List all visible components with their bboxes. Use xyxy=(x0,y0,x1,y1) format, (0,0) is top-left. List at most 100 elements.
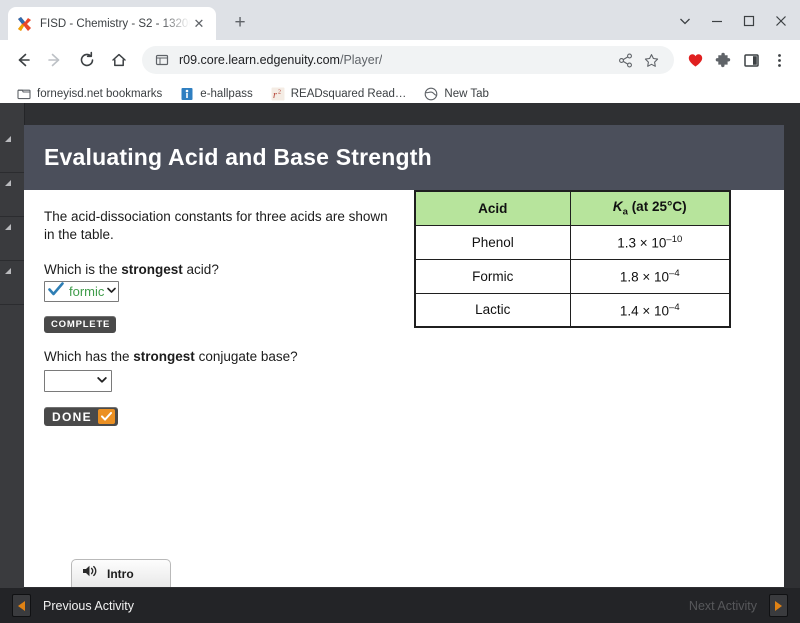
browser-window: FISD - Chemistry - S2 - 132000 - ✕ + xyxy=(0,0,800,623)
answer-value-1: formic xyxy=(69,284,105,300)
reload-icon[interactable] xyxy=(72,45,102,75)
chevron-down-icon xyxy=(107,287,117,296)
page-viewport: Evaluating Acid and Base Strength The ac… xyxy=(0,103,800,623)
url-host: r09.core.learn.edgenuity.com xyxy=(179,53,340,67)
status-badge: COMPLETE xyxy=(44,316,117,334)
checkmark-icon xyxy=(48,282,64,301)
svg-text:r: r xyxy=(273,90,277,101)
question-2-text: Which has the strongest conjugate base? xyxy=(44,349,404,364)
fisd-x-favicon xyxy=(16,16,32,32)
home-icon[interactable] xyxy=(104,45,134,75)
e-hallpass-icon xyxy=(180,87,194,101)
done-button[interactable]: DONE xyxy=(44,407,118,427)
new-tab-button[interactable]: + xyxy=(226,9,254,37)
table-header-row: Acid Ka (at 25°C) xyxy=(414,190,731,226)
browser-tab[interactable]: FISD - Chemistry - S2 - 132000 - ✕ xyxy=(8,7,216,40)
cell-ka-value: 1.3 × 10–10 xyxy=(569,224,731,260)
table-header-ka: Ka (at 25°C) xyxy=(569,190,731,226)
cell-ka-value: 1.4 × 10–4 xyxy=(569,292,731,328)
q1-emphasis: strongest xyxy=(121,262,183,278)
question-column: The acid-dissociation constants for thre… xyxy=(44,208,404,427)
table-header-acid: Acid xyxy=(414,190,571,226)
q1-before: Which is the xyxy=(44,262,122,278)
previous-activity-label[interactable]: Previous Activity xyxy=(43,599,134,613)
answer-dropdown-1[interactable]: formic xyxy=(44,281,120,303)
url-path: /Player/ xyxy=(339,53,383,67)
done-button-wrap: DONE xyxy=(44,392,404,427)
heart-extension-icon[interactable] xyxy=(682,47,708,73)
q1-after: acid? xyxy=(182,262,219,278)
bookmark-label: forneyisd.net bookmarks xyxy=(37,87,163,100)
done-label: DONE xyxy=(52,409,92,424)
table-row: Phenol 1.3 × 10–10 xyxy=(414,224,731,260)
triangle-right-icon xyxy=(775,600,782,611)
profile-chevron-icon[interactable] xyxy=(670,8,700,34)
chevron-down-icon xyxy=(97,376,107,386)
extensions-puzzle-icon[interactable] xyxy=(710,47,736,73)
lesson-panel: Evaluating Acid and Base Strength The ac… xyxy=(24,125,784,587)
page-title: Evaluating Acid and Base Strength xyxy=(44,144,432,170)
bookmark-item-new-tab[interactable]: New Tab xyxy=(417,83,496,105)
ka-condition: (at 25°C) xyxy=(627,198,687,214)
minimize-icon[interactable] xyxy=(702,8,732,34)
q2-before: Which has the xyxy=(44,349,134,365)
maximize-icon[interactable] xyxy=(734,8,764,34)
rail-item-2[interactable] xyxy=(0,173,24,217)
course-nav-rail xyxy=(0,103,25,623)
tab-strip: FISD - Chemistry - S2 - 132000 - ✕ + xyxy=(0,0,800,40)
tab-title: FISD - Chemistry - S2 - 132000 - xyxy=(40,17,190,30)
bookmark-item-readsquared[interactable]: r2 READsquared Read… xyxy=(264,83,414,105)
lesson-body: The acid-dissociation constants for thre… xyxy=(24,190,784,587)
triangle-marker-icon xyxy=(5,224,11,230)
q2-emphasis: strongest xyxy=(133,349,195,365)
previous-activity-arrow[interactable] xyxy=(12,594,31,617)
status-badge-wrap: COMPLETE xyxy=(44,302,404,349)
ka-data-table: Acid Ka (at 25°C) Phenol 1.3 × 10–10 For… xyxy=(414,190,731,328)
table-row: Formic 1.8 × 10–4 xyxy=(414,258,731,294)
cell-acid-name: Lactic xyxy=(414,292,571,328)
cell-ka-value: 1.8 × 10–4 xyxy=(569,258,731,294)
back-icon[interactable] xyxy=(8,45,38,75)
address-bar[interactable]: r09.core.learn.edgenuity.com/Player/ xyxy=(142,46,674,74)
intro-label: Intro xyxy=(107,566,134,581)
question-1-text: Which is the strongest acid? xyxy=(44,262,404,277)
share-icon[interactable] xyxy=(614,49,636,71)
triangle-left-icon xyxy=(18,600,25,611)
page-info-icon[interactable] xyxy=(154,52,170,68)
window-close-icon[interactable] xyxy=(766,8,796,34)
bookmark-star-icon[interactable] xyxy=(640,49,662,71)
answer-dropdown-2[interactable] xyxy=(44,370,112,393)
ka-mantissa: 1.4 × 10 xyxy=(619,303,670,318)
ka-mantissa: 1.8 × 10 xyxy=(619,269,670,285)
next-activity-label[interactable]: Next Activity xyxy=(689,599,757,613)
rail-item-1[interactable] xyxy=(0,129,24,173)
bookmark-label: e-hallpass xyxy=(200,87,253,100)
bookmark-item-ehallpass[interactable]: e-hallpass xyxy=(173,83,259,105)
sidebar-panel-icon[interactable] xyxy=(738,47,764,73)
bookmark-item-forneyisd[interactable]: forneyisd.net bookmarks xyxy=(10,83,169,105)
ka-exponent: –4 xyxy=(669,267,680,279)
rail-item-4[interactable] xyxy=(0,261,24,305)
triangle-marker-icon xyxy=(5,136,11,142)
speaker-icon xyxy=(82,564,98,583)
chrome-menu-icon[interactable] xyxy=(766,47,792,73)
url-text: r09.core.learn.edgenuity.com/Player/ xyxy=(179,53,382,67)
triangle-marker-icon xyxy=(5,180,11,186)
ka-exponent: –4 xyxy=(669,301,680,313)
done-check-icon xyxy=(97,409,115,425)
prompt-text: The acid-dissociation constants for thre… xyxy=(44,209,388,243)
window-controls xyxy=(670,8,796,34)
forward-icon[interactable] xyxy=(40,45,70,75)
close-icon[interactable]: ✕ xyxy=(190,15,208,33)
readsquared-icon: r2 xyxy=(271,87,285,101)
browser-toolbar: r09.core.learn.edgenuity.com/Player/ xyxy=(0,40,800,80)
next-activity-arrow[interactable] xyxy=(769,594,788,617)
folder-icon xyxy=(17,87,31,101)
omnibox-actions xyxy=(614,49,662,71)
ka-mantissa: 1.3 × 10 xyxy=(617,235,667,251)
bookmark-label: New Tab xyxy=(444,87,489,100)
ka-exponent: –10 xyxy=(666,233,683,245)
q2-after: conjugate base? xyxy=(194,349,298,365)
intro-tab[interactable]: Intro xyxy=(71,559,171,587)
rail-item-3[interactable] xyxy=(0,217,24,261)
